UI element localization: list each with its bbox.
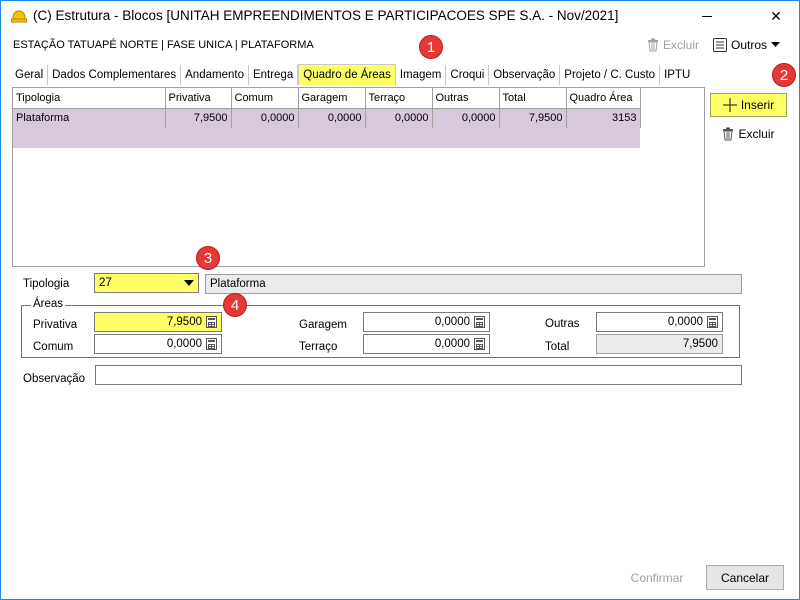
table-cell: 0,0000 [432,108,500,128]
helmet-icon [11,10,27,23]
table-cell: 3153 [566,108,641,128]
table-cell: 7,9500 [165,108,232,128]
garagem-input[interactable]: 0,0000 [363,312,490,332]
calculator-icon[interactable] [474,338,485,350]
title-bar[interactable]: (C) Estrutura - Blocos [UNITAH EMPREENDI… [1,1,799,32]
column-header[interactable]: Privativa [165,88,232,109]
calculator-icon[interactable] [707,316,718,328]
column-header[interactable]: Comum [231,88,299,109]
comum-input[interactable]: 0,0000 [94,334,222,354]
table-cell: 0,0000 [231,108,299,128]
terraco-label: Terraço [299,341,338,353]
areas-table: Tipologia Privativa Comum Garagem Terraç… [13,88,641,148]
table-row[interactable]: Plataforma 7,9500 0,0000 0,0000 0,0000 0… [13,108,641,128]
tab-imagem[interactable]: Imagem [396,65,447,85]
trash-icon [723,127,734,141]
calculator-icon[interactable] [206,338,217,350]
tipologia-name-field: Plataforma [205,274,742,294]
close-icon: ✕ [770,8,782,24]
comum-value: 0,0000 [166,338,202,350]
garagem-value: 0,0000 [434,316,470,328]
header-outros-label: Outros [731,38,768,52]
excluir-button[interactable]: Excluir [710,122,787,146]
marker-1: 1 [419,35,443,59]
tipologia-select[interactable]: 27 [94,273,199,293]
tipologia-label: Tipologia [23,278,70,290]
column-header[interactable]: Tipologia [13,88,166,109]
tab-projeto-c-custo[interactable]: Projeto / C. Custo [560,65,661,85]
trash-icon [648,38,658,52]
new-row-placeholder[interactable] [13,128,640,148]
empty-cell [13,128,640,148]
calculator-icon[interactable] [474,316,485,328]
dropdown-arrow-icon[interactable] [184,280,194,286]
privativa-value: 7,9500 [166,316,202,328]
privativa-input[interactable]: 7,9500 [94,312,222,332]
marker-2: 2 [772,63,796,87]
tipologia-code: 27 [99,277,112,289]
privativa-label: Privativa [33,319,78,331]
minimize-button[interactable] [684,1,730,32]
minimize-icon [702,16,712,17]
tab-quadro-de-areas[interactable]: Quadro de Áreas [298,64,396,85]
column-header[interactable]: Quadro Área [566,88,641,109]
close-button[interactable]: ✕ [753,1,799,32]
tab-dados-complementares[interactable]: Dados Complementares [48,65,182,85]
comum-label: Comum [33,341,74,353]
window-title: (C) Estrutura - Blocos [UNITAH EMPREENDI… [33,8,619,23]
header-outros-button[interactable]: Outros [713,35,781,55]
tab-croqui[interactable]: Croqui [446,65,490,85]
excluir-label: Excluir [738,127,775,141]
table-cell: Plataforma [13,108,166,128]
main-window: (C) Estrutura - Blocos [UNITAH EMPREENDI… [0,0,800,600]
garagem-label: Garagem [299,319,347,331]
column-header[interactable]: Outras [432,88,500,109]
caret-down-icon [771,42,781,47]
header-excluir-button[interactable]: Excluir [647,35,699,55]
areas-grid[interactable]: Tipologia Privativa Comum Garagem Terraç… [12,87,705,267]
tab-geral[interactable]: Geral [11,65,49,85]
outras-label: Outras [545,318,580,330]
tab-bar: Geral Dados Complementares Andamento Ent… [11,63,694,85]
table-cell: 0,0000 [298,108,366,128]
marker-3: 3 [196,246,220,270]
column-header[interactable]: Total [499,88,567,109]
column-header[interactable]: Garagem [298,88,366,109]
tipologia-name: Plataforma [210,278,266,290]
column-header[interactable]: Terraço [365,88,433,109]
total-label: Total [545,341,570,353]
table-cell: 7,9500 [499,108,567,128]
confirmar-button[interactable]: Confirmar [618,566,696,590]
observacao-label: Observação [23,373,86,385]
terraco-value: 0,0000 [434,338,470,350]
plus-icon [722,98,737,112]
inserir-button[interactable]: Inserir [710,93,787,117]
terraco-input[interactable]: 0,0000 [363,334,490,354]
page-title: ESTAÇÃO TATUAPÉ NORTE | FASE UNICA | PLA… [13,39,314,51]
list-icon [713,38,727,52]
total-field: 7,9500 [596,334,723,354]
total-value: 7,9500 [682,338,718,350]
marker-4: 4 [223,293,247,317]
tab-andamento[interactable]: Andamento [181,65,249,85]
table-cell: 0,0000 [365,108,433,128]
cancelar-button[interactable]: Cancelar [706,565,784,590]
tab-entrega[interactable]: Entrega [249,65,299,85]
header-excluir-label: Excluir [663,38,700,52]
areas-group-title: Áreas [31,298,66,310]
calculator-icon[interactable] [206,316,217,328]
outras-input[interactable]: 0,0000 [596,312,723,332]
tab-observacao[interactable]: Observação [489,65,561,85]
table-header-row: Tipologia Privativa Comum Garagem Terraç… [13,88,641,109]
outras-value: 0,0000 [667,316,703,328]
observacao-input[interactable] [95,365,742,385]
inserir-label: Inserir [740,98,775,112]
tab-iptu[interactable]: IPTU [660,65,694,85]
